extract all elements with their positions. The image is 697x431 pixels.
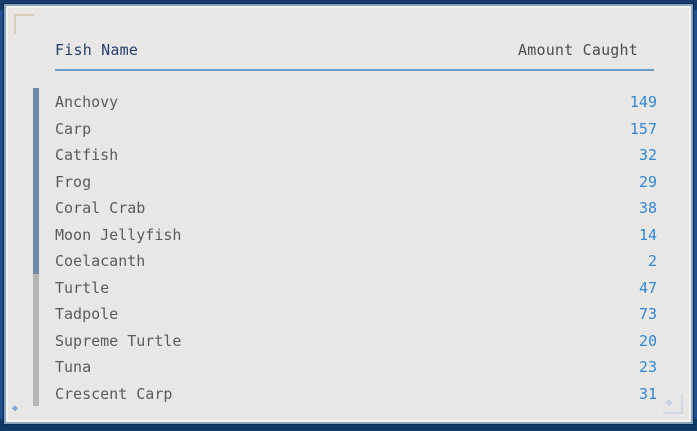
- amount-caught: 20: [638, 331, 657, 350]
- table-row: Anchovy 149: [55, 90, 657, 117]
- fish-name: Catfish: [55, 146, 119, 164]
- sparkle-icon: ◆: [12, 403, 19, 414]
- amount-caught: 29: [638, 172, 657, 191]
- fish-name: Moon Jellyfish: [55, 225, 182, 244]
- amount-caught: 23: [638, 358, 657, 376]
- amount-caught: 14: [638, 225, 657, 244]
- fish-name: Supreme Turtle: [55, 331, 182, 350]
- fish-name: Turtle: [55, 278, 110, 297]
- fish-list: Anchovy 149 Carp 157 Catfish 32 Frog 29 …: [55, 90, 657, 408]
- table-row: Tadpole 73: [55, 302, 657, 329]
- column-header-amount-caught: Amount Caught: [518, 41, 638, 59]
- fish-name: Carp: [55, 119, 92, 138]
- table-row: Tuna 23: [55, 355, 657, 382]
- fish-name: Coral Crab: [55, 199, 146, 217]
- table-row: Coral Crab 38: [55, 196, 657, 223]
- fish-name: Tadpole: [55, 305, 119, 323]
- shell-icon: ✧: [664, 392, 674, 411]
- amount-caught: 149: [629, 93, 657, 111]
- fish-name: Anchovy: [55, 93, 119, 111]
- amount-caught: 157: [629, 119, 657, 138]
- amount-caught: 47: [638, 278, 657, 297]
- table-row: Coelacanth 2: [55, 249, 657, 276]
- amount-caught: 73: [638, 305, 657, 323]
- table-row: Catfish 32: [55, 143, 657, 170]
- scrollbar-track[interactable]: [33, 88, 39, 406]
- fish-name: Crescent Carp: [55, 384, 173, 403]
- table-row: Crescent Carp 31: [55, 382, 657, 409]
- table-row: Frog 29: [55, 170, 657, 197]
- table-row: Supreme Turtle 20: [55, 329, 657, 356]
- fish-name: Tuna: [55, 358, 92, 376]
- amount-caught: 2: [647, 252, 657, 270]
- fish-name: Coelacanth: [55, 252, 146, 270]
- scrollbar-thumb[interactable]: [33, 88, 39, 274]
- amount-caught: 38: [638, 199, 657, 217]
- table-header: Fish Name Amount Caught: [55, 39, 654, 71]
- fish-log-panel: ✧ ◆ Fish Name Amount Caught Anchovy 149 …: [4, 4, 693, 424]
- table-row: Carp 157: [55, 117, 657, 144]
- column-header-fish-name: Fish Name: [55, 41, 139, 59]
- corner-ornament-top-left: [14, 14, 34, 34]
- amount-caught: 31: [638, 384, 657, 403]
- table-row: Turtle 47: [55, 276, 657, 303]
- fish-name: Frog: [55, 172, 92, 191]
- table-row: Moon Jellyfish 14: [55, 223, 657, 250]
- amount-caught: 32: [638, 146, 657, 164]
